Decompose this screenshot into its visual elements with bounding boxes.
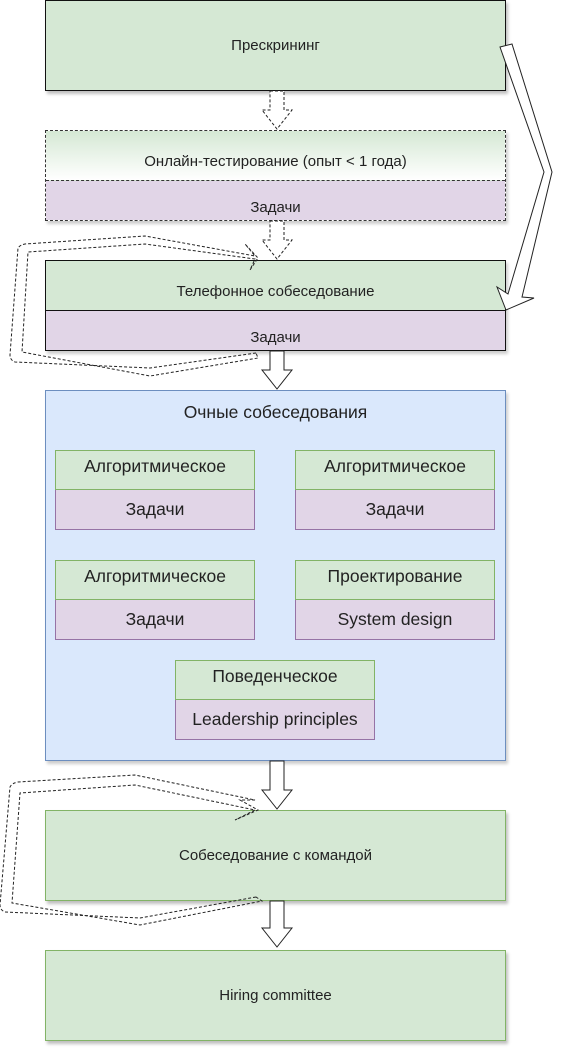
onsite-card[interactable]: Алгоритмическое Задачи xyxy=(55,450,255,530)
stage-label: Прескрининг xyxy=(231,37,320,54)
card-title: Проектирование xyxy=(295,560,495,600)
stage-header: Онлайн-тестирование (опыт < 1 года) xyxy=(46,131,505,181)
stage-label: Собеседование с командой xyxy=(178,847,372,864)
stage-header: Телефонное собеседование xyxy=(46,261,505,311)
stage-online-test[interactable]: Онлайн-тестирование (опыт < 1 года) Зада… xyxy=(45,130,506,221)
stage-sub: Задачи xyxy=(46,311,505,350)
card-sub: System design xyxy=(295,600,495,640)
dashed-arrow-online-phone xyxy=(260,220,294,260)
arrow-team-committee xyxy=(260,900,294,948)
card-sub: Задачи xyxy=(55,490,255,530)
dashed-arrow-prescreen-online xyxy=(260,90,294,130)
stage-onsite[interactable]: Очные собеседования Алгоритмическое Задач… xyxy=(45,390,506,761)
onsite-card[interactable]: Поведенческое Leadership principles xyxy=(175,660,375,740)
card-title: Алгоритмическое xyxy=(295,450,495,490)
card-sub: Задачи xyxy=(295,490,495,530)
card-sub: Задачи xyxy=(55,600,255,640)
onsite-card[interactable]: Проектирование System design xyxy=(295,560,495,640)
stage-committee[interactable]: Hiring committee xyxy=(45,950,506,1041)
onsite-title: Очные собеседования xyxy=(183,402,368,422)
card-title: Алгоритмическое xyxy=(55,560,255,600)
stage-label: Hiring committee xyxy=(219,987,332,1004)
stage-team[interactable]: Собеседование с командой xyxy=(45,810,506,901)
onsite-card[interactable]: Алгоритмическое Задачи xyxy=(295,450,495,530)
card-title: Алгоритмическое xyxy=(55,450,255,490)
stage-phone[interactable]: Телефонное собеседование Задачи xyxy=(45,260,506,351)
card-title: Поведенческое xyxy=(175,660,375,700)
card-sub: Leadership principles xyxy=(175,700,375,740)
onsite-card[interactable]: Алгоритмическое Задачи xyxy=(55,560,255,640)
arrow-phone-onsite xyxy=(260,350,294,390)
stage-sub: Задачи xyxy=(46,181,505,220)
stage-prescreening[interactable]: Прескрининг xyxy=(45,0,506,91)
arrow-onsite-team xyxy=(260,760,294,810)
